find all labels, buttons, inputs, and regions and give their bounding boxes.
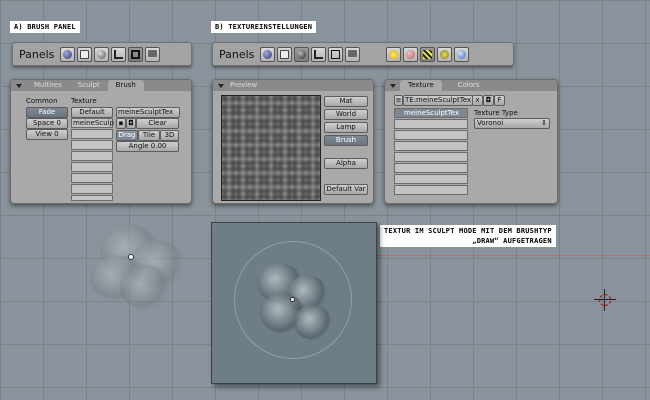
texture-icon[interactable] xyxy=(420,46,436,62)
common-label: Common xyxy=(26,97,58,105)
texture-browse-icon[interactable]: ≡ xyxy=(394,95,403,106)
dropdown-arrows-icon: ⇕ xyxy=(541,119,547,127)
cursor-dot xyxy=(290,297,295,302)
texture-type-select[interactable]: Voronoi ⇕ xyxy=(474,118,550,129)
texture-name-field[interactable]: meineSculptTex xyxy=(116,107,180,118)
texture-type-label: Texture Type xyxy=(474,109,518,117)
texture-panel: Texture Colors ≡ TE:meineSculptTex x ◘ F… xyxy=(384,79,558,204)
texture-list-item[interactable] xyxy=(394,141,468,151)
lamp-icon[interactable] xyxy=(386,46,402,62)
texture-type-value: Voronoi xyxy=(477,119,504,127)
panels-toolbar-a: Panels xyxy=(12,42,192,66)
mat-button[interactable]: Mat xyxy=(324,96,368,107)
caption-brush-panel: A) BRUSH PANEL xyxy=(10,21,80,33)
caption-sculpt-note: TEXTUR IM SCULPT MODE MIT DEM BRUSHTYP „… xyxy=(380,225,556,247)
brush-panel: Multires Sculpt Brush Common Fade Space … xyxy=(10,79,192,204)
panels-label: Panels xyxy=(19,47,55,61)
view-field[interactable]: View 0 xyxy=(26,129,68,140)
unlink-button[interactable]: x xyxy=(472,95,483,106)
texture-list-item[interactable] xyxy=(394,185,468,195)
browse-icon[interactable]: ▪ xyxy=(116,118,126,129)
render-icon[interactable] xyxy=(277,46,293,62)
texture-slot[interactable] xyxy=(71,129,113,139)
tab-texture[interactable]: Texture xyxy=(400,80,442,91)
render-icon[interactable] xyxy=(77,46,93,62)
view-icon[interactable] xyxy=(60,46,76,62)
fade-button[interactable]: Fade xyxy=(26,107,68,118)
preview-panel-header: Preview xyxy=(213,80,373,91)
texture-name-field[interactable]: TE:meineSculptTex xyxy=(403,95,473,106)
collapse-triangle-icon[interactable] xyxy=(16,83,22,88)
preview-title: Preview xyxy=(230,81,258,89)
fake-user-icon[interactable]: ◘ xyxy=(126,118,136,129)
tab-multires[interactable]: Multires xyxy=(26,80,70,91)
texture-list-item[interactable] xyxy=(394,119,468,129)
edit-icon[interactable] xyxy=(311,46,327,62)
world-button[interactable]: World xyxy=(324,109,368,120)
texture-slot[interactable]: meineSculp xyxy=(71,118,114,128)
texture-slot[interactable] xyxy=(71,162,113,172)
texture-slot[interactable] xyxy=(71,151,113,161)
texture-list-item[interactable] xyxy=(394,152,468,162)
default-var-button[interactable]: Default Var xyxy=(324,184,368,195)
drag-button[interactable]: Drag xyxy=(116,130,138,141)
preview-panel: Preview Mat World Lamp Brush Alpha Defau… xyxy=(212,79,374,204)
material-sphere-icon[interactable] xyxy=(403,46,419,62)
collapse-triangle-icon[interactable] xyxy=(390,83,396,88)
alpha-button[interactable]: Alpha xyxy=(324,158,368,169)
texture-panel-header: Texture Colors xyxy=(385,80,557,91)
scene-icon[interactable] xyxy=(345,46,361,62)
tab-sculpt[interactable]: Sculpt xyxy=(70,80,108,91)
fake-user-icon[interactable]: ◘ xyxy=(483,95,494,106)
panels-label: Panels xyxy=(219,47,255,61)
texture-list-item[interactable]: meineSculptTex xyxy=(394,108,468,118)
caption-sculpt-note-line2: „DRAW“ AUFGETRAGEN xyxy=(472,237,552,245)
texture-list-item[interactable] xyxy=(394,130,468,140)
clear-button[interactable]: Clear xyxy=(136,118,179,129)
object-icon[interactable] xyxy=(128,46,144,62)
cursor-dot xyxy=(128,254,134,260)
default-button[interactable]: Default xyxy=(71,107,113,118)
panels-toolbar-b: Panels xyxy=(212,42,514,66)
material-icon[interactable] xyxy=(94,46,110,62)
caption-sculpt-note-line1: TEXTUR IM SCULPT MODE MIT DEM BRUSHTYP xyxy=(384,227,552,235)
3d-cursor-icon[interactable] xyxy=(594,289,616,311)
world-icon[interactable] xyxy=(454,46,470,62)
tile-button[interactable]: Tile xyxy=(138,130,160,141)
texture-label: Texture xyxy=(71,97,97,105)
radiosity-icon[interactable] xyxy=(437,46,453,62)
texture-list-item[interactable] xyxy=(394,174,468,184)
texture-slot[interactable] xyxy=(71,140,113,150)
texture-list-item[interactable] xyxy=(394,163,468,173)
3d-button[interactable]: 3D xyxy=(160,130,179,141)
space-field[interactable]: Space 0 xyxy=(26,118,68,129)
brush-button[interactable]: Brush xyxy=(324,135,368,146)
sculpted-mesh-preview xyxy=(70,205,210,325)
fake-user-button[interactable]: F xyxy=(494,95,505,106)
material-icon[interactable] xyxy=(294,46,310,62)
texture-slot[interactable] xyxy=(71,173,113,183)
edit-icon[interactable] xyxy=(111,46,127,62)
texture-slot[interactable] xyxy=(71,184,113,194)
texture-preview-image xyxy=(221,95,321,201)
collapse-triangle-icon[interactable] xyxy=(218,83,224,88)
tab-brush[interactable]: Brush xyxy=(107,80,144,91)
x-axis-line xyxy=(375,255,650,256)
scene-icon[interactable] xyxy=(145,46,161,62)
lamp-button[interactable]: Lamp xyxy=(324,122,368,133)
sculpt-result-image xyxy=(211,222,377,384)
texture-slot[interactable] xyxy=(71,195,113,201)
tab-colors[interactable]: Colors xyxy=(450,80,488,91)
angle-field[interactable]: Angle 0.00 xyxy=(116,141,179,152)
caption-textureinstellungen: B) TEXTUREINSTELLUNGEN xyxy=(211,21,317,33)
brush-panel-header: Multires Sculpt Brush xyxy=(11,80,191,91)
view-icon[interactable] xyxy=(260,46,276,62)
object-icon[interactable] xyxy=(328,46,344,62)
